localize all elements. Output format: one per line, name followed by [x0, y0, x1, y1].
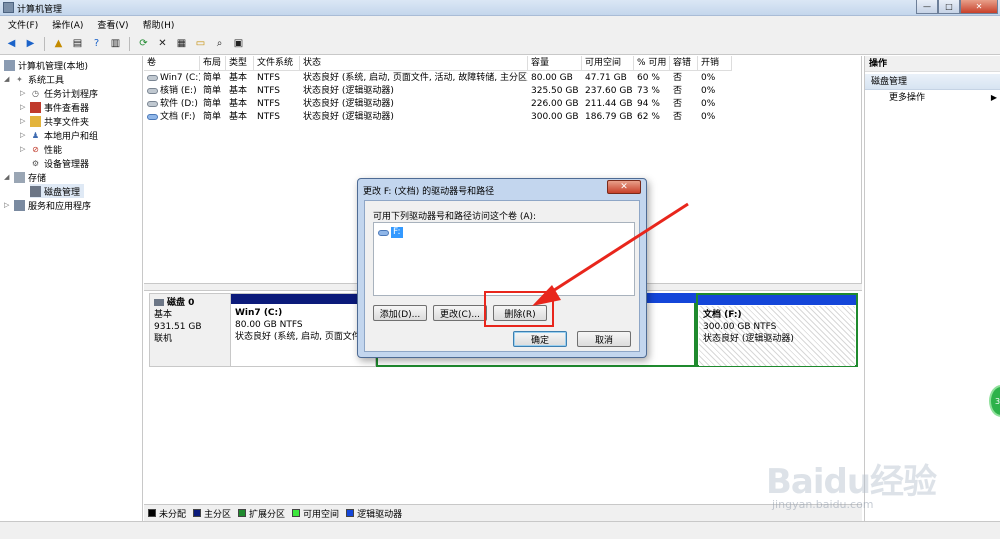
watermark-url: jingyan.baidu.com: [772, 498, 874, 511]
watermark-brand: Baidu经验: [766, 462, 937, 502]
baidu-watermark: Baidu经验 jingyan.baidu.com: [758, 452, 948, 522]
